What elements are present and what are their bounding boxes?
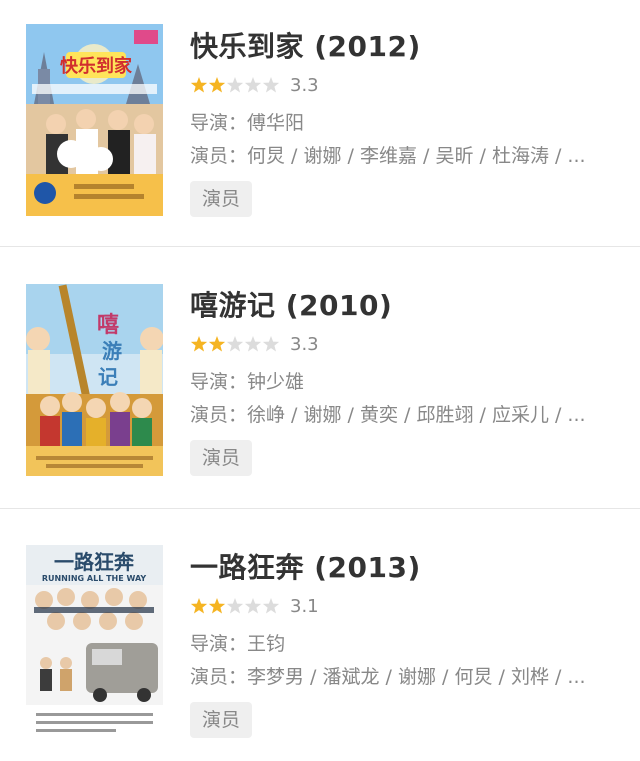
rating-score: 3.3 [290, 74, 319, 96]
cast-line: 演员：徐峥 / 谢娜 / 黄奕 / 邱胜翊 / 应采儿 / ... [190, 399, 620, 432]
director-name: 王钧 [247, 633, 286, 655]
star-empty-icon [226, 76, 244, 93]
svg-text:嘻: 嘻 [97, 312, 119, 338]
cast-label: 演员： [190, 404, 248, 426]
cast-names: 何炅 / 谢娜 / 李维嘉 / 吴昕 / 杜海涛 / ... [247, 145, 586, 167]
rating-stars [190, 597, 280, 615]
movie-title[interactable]: 快乐到家 (2012) [190, 30, 620, 64]
movie-poster[interactable]: 快乐到家 [26, 24, 163, 216]
movie-item[interactable]: 快乐到家 快乐到家 (2012) 3.3 导演：傅华阳 演员：何炅 / 谢娜 /… [0, 0, 640, 247]
star-empty-icon [244, 597, 262, 614]
svg-text:游: 游 [102, 339, 122, 363]
movie-rating: 3.3 [190, 333, 620, 355]
cast-line: 演员：何炅 / 谢娜 / 李维嘉 / 吴昕 / 杜海涛 / ... [190, 140, 620, 173]
cast-label: 演员： [190, 145, 248, 167]
director-label: 导演： [190, 633, 248, 655]
movie-title[interactable]: 嘻游记 (2010) [190, 289, 620, 323]
role-tag[interactable]: 演员 [190, 181, 253, 217]
rating-score: 3.1 [290, 595, 319, 617]
rating-stars [190, 76, 280, 94]
movie-list: 快乐到家 快乐到家 (2012) 3.3 导演：傅华阳 演员：何炅 / 谢娜 /… [0, 0, 640, 761]
star-empty-icon [244, 335, 262, 352]
director-label: 导演： [190, 112, 248, 134]
star-filled-icon [208, 597, 226, 614]
director-line: 导演：傅华阳 [190, 107, 620, 140]
star-filled-icon [208, 76, 226, 93]
rating-score: 3.3 [290, 333, 319, 355]
movie-rating: 3.3 [190, 74, 620, 96]
poster-image: 一路狂奔 RUNNING ALL THE WAY [26, 545, 163, 737]
cast-line: 演员：李梦男 / 潘斌龙 / 谢娜 / 何炅 / 刘桦 / ... [190, 661, 620, 694]
movie-item[interactable]: 一路狂奔 RUNNING ALL THE WAY 一路狂奔 (2013) 3.1… [0, 509, 640, 761]
director-name: 傅华阳 [247, 112, 305, 134]
star-filled-icon [208, 335, 226, 352]
movie-title[interactable]: 一路狂奔 (2013) [190, 551, 620, 585]
cast-names: 李梦男 / 潘斌龙 / 谢娜 / 何炅 / 刘桦 / ... [247, 666, 586, 688]
role-tag[interactable]: 演员 [190, 440, 253, 476]
poster-image: 嘻 游 记 [26, 284, 163, 476]
role-tag[interactable]: 演员 [190, 702, 253, 738]
star-filled-icon [190, 597, 208, 614]
movie-rating: 3.1 [190, 595, 620, 617]
poster-subtitle-text: RUNNING ALL THE WAY [42, 574, 147, 583]
star-empty-icon [226, 597, 244, 614]
movie-info: 一路狂奔 (2013) 3.1 导演：王钧 演员：李梦男 / 潘斌龙 / 谢娜 … [190, 551, 620, 738]
star-filled-icon [190, 335, 208, 352]
star-empty-icon [244, 76, 262, 93]
director-line: 导演：王钧 [190, 628, 620, 661]
director-name: 钟少雄 [247, 371, 305, 393]
cast-label: 演员： [190, 666, 248, 688]
movie-item[interactable]: 嘻 游 记 嘻游记 (2010) 3.3 导演：钟少雄 演员：徐峥 / 谢娜 /… [0, 247, 640, 509]
poster-image: 快乐到家 [26, 24, 163, 216]
star-empty-icon [226, 335, 244, 352]
rating-stars [190, 335, 280, 353]
movie-info: 快乐到家 (2012) 3.3 导演：傅华阳 演员：何炅 / 谢娜 / 李维嘉 … [190, 30, 620, 217]
director-line: 导演：钟少雄 [190, 366, 620, 399]
cast-names: 徐峥 / 谢娜 / 黄奕 / 邱胜翊 / 应采儿 / ... [247, 404, 586, 426]
poster-title-text: 快乐到家 [60, 55, 133, 77]
star-empty-icon [262, 335, 280, 352]
svg-text:记: 记 [98, 365, 118, 389]
star-filled-icon [190, 76, 208, 93]
poster-title-text: 一路狂奔 [54, 550, 135, 574]
movie-poster[interactable]: 一路狂奔 RUNNING ALL THE WAY [26, 545, 163, 737]
director-label: 导演： [190, 371, 248, 393]
star-empty-icon [262, 597, 280, 614]
movie-info: 嘻游记 (2010) 3.3 导演：钟少雄 演员：徐峥 / 谢娜 / 黄奕 / … [190, 289, 620, 476]
movie-poster[interactable]: 嘻 游 记 [26, 284, 163, 476]
star-empty-icon [262, 76, 280, 93]
